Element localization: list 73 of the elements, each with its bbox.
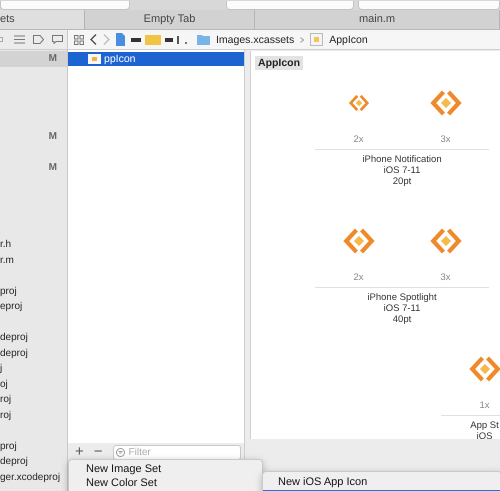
path-item[interactable]: Images.xcassets	[216, 34, 294, 46]
status-label: M	[48, 53, 57, 64]
asset-row[interactable]: ppIcon	[68, 52, 244, 66]
hierarchy-icon[interactable]	[0, 35, 6, 44]
asset-name: ppIcon	[104, 53, 136, 65]
app-icon-set-icon	[88, 54, 101, 64]
file-row[interactable]: eproj	[0, 299, 67, 314]
back-icon[interactable]	[90, 34, 97, 45]
scale-label: 3x	[440, 133, 451, 147]
chevron-icon	[300, 36, 304, 42]
file-name: r.h	[0, 239, 12, 250]
comment-icon[interactable]	[52, 35, 63, 44]
remove-button[interactable]: −	[92, 445, 105, 459]
file-row[interactable]: proj	[0, 438, 67, 454]
menu-item[interactable]: New Color Set	[69, 476, 262, 490]
file-row[interactable]: M	[0, 128, 67, 144]
file-row[interactable]: ger.xcodeproj	[0, 470, 67, 485]
folder-icon[interactable]	[197, 34, 210, 45]
tag-icon[interactable]	[33, 35, 44, 44]
icon-set-label: 20pt	[392, 176, 412, 187]
file-name: deproj	[0, 332, 28, 344]
status-label: M	[48, 130, 57, 142]
file-row[interactable]: r.m	[0, 252, 67, 268]
file-row[interactable]: oj	[0, 376, 67, 392]
file-row[interactable]: deproj	[0, 454, 67, 470]
file-row[interactable]: deproj	[0, 346, 67, 361]
file-name: proj	[0, 286, 17, 297]
file-name: eproj	[0, 301, 22, 312]
asset-title: AppIcon	[255, 56, 303, 70]
file-row[interactable]: j	[0, 361, 67, 376]
menu-item[interactable]: New iOS App Icon	[263, 474, 500, 490]
scale-label: 2x	[353, 271, 364, 285]
forward-icon[interactable]	[103, 34, 110, 45]
icon-set-label: iOS	[476, 431, 492, 439]
file-row[interactable]: roj	[0, 408, 67, 423]
file-row[interactable]: roj	[0, 392, 67, 408]
add-button[interactable]: +	[73, 445, 86, 459]
icon-set-label: 40pt	[392, 314, 412, 325]
file-name: proj	[0, 440, 17, 452]
tab[interactable]: ets	[0, 10, 85, 29]
grid-icon[interactable]	[74, 34, 84, 44]
icon-set-label: iOS 7-11	[384, 303, 420, 314]
icon-set-label: iPhone Notification	[362, 154, 442, 165]
filter-icon	[116, 448, 125, 456]
app-icon-set-icon[interactable]	[310, 33, 324, 46]
file-row[interactable]: deproj	[0, 330, 67, 346]
file-name: ger.xcodeproj	[0, 472, 60, 483]
file-row[interactable]: M	[0, 51, 67, 66]
app-icon[interactable]	[348, 92, 370, 114]
file-name: oj	[0, 378, 8, 390]
scale-label: 1x	[479, 399, 490, 413]
icon-set-label: App St	[470, 420, 499, 431]
path-item[interactable]: AppIcon	[329, 34, 368, 46]
list-icon[interactable]	[14, 35, 25, 44]
toolbar-field[interactable]	[358, 1, 500, 10]
file-name: j	[0, 363, 2, 374]
file-row[interactable]: M	[0, 160, 67, 175]
file-name: deproj	[0, 456, 28, 468]
menu-item[interactable]: New Image Set	[69, 462, 262, 476]
file-name: r.m	[0, 254, 14, 266]
filter-field[interactable]: Filter	[112, 444, 241, 460]
file-name: deproj	[0, 348, 28, 359]
file-name: roj	[0, 410, 12, 421]
file-row[interactable]: r.h	[0, 237, 67, 252]
file-row[interactable]: proj	[0, 284, 67, 299]
project-icon[interactable]	[116, 33, 125, 46]
scale-label: 3x	[440, 271, 451, 285]
scale-label: 2x	[353, 133, 364, 147]
icon-set-label: iPhone Spotlight	[367, 292, 437, 303]
icon-set-label: iOS 7-11	[384, 165, 420, 176]
status-label: M	[48, 162, 57, 173]
toolbar-field[interactable]	[0, 1, 130, 10]
file-name: roj	[0, 394, 12, 406]
